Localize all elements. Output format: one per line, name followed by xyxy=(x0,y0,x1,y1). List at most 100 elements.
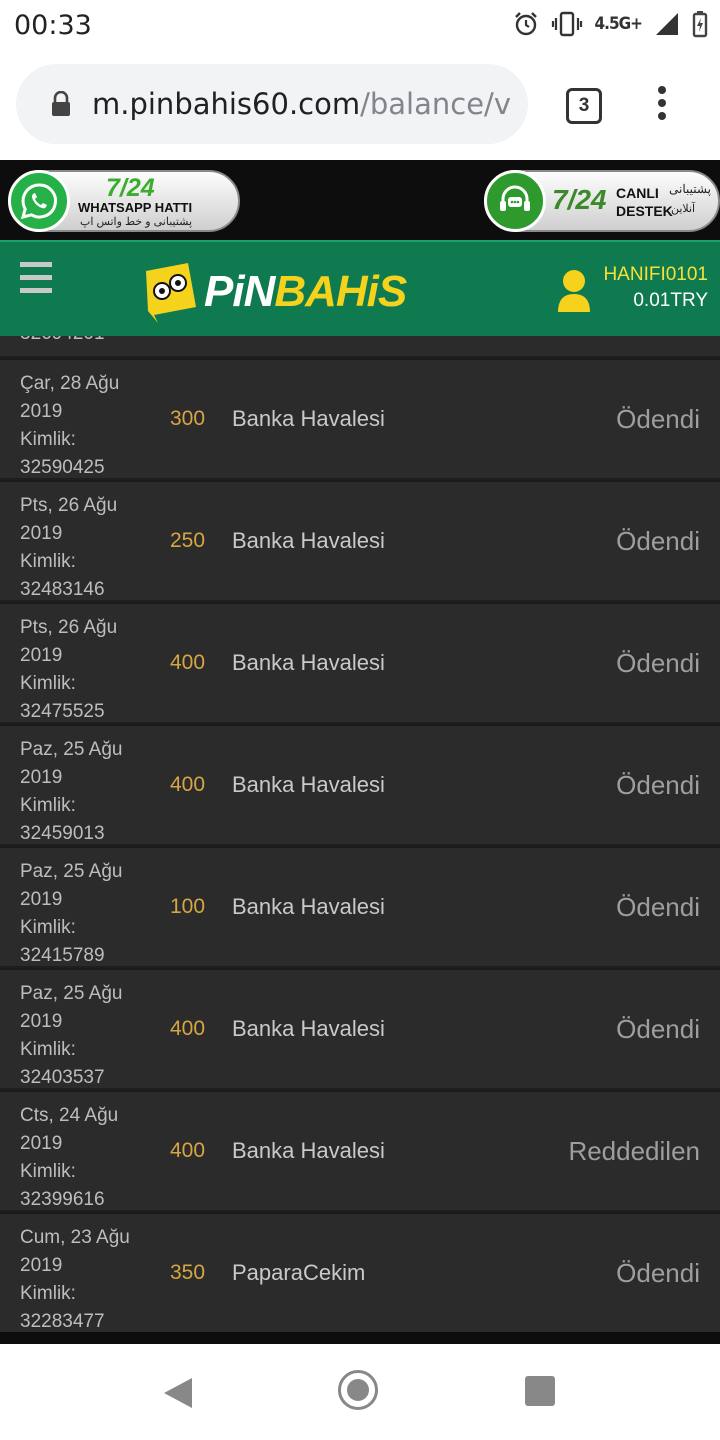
list-item: Pts, 26 Ağu 2019 Kimlik: 32483146 250 Banka… xyxy=(0,480,720,600)
transaction-date: Cum, 23 Ağu xyxy=(20,1227,130,1248)
browser-menu-icon[interactable] xyxy=(652,86,672,126)
username-label[interactable]: HANIFI0101 xyxy=(603,264,708,286)
support-destek-label: DESTEK xyxy=(616,203,673,219)
transaction-id: 32694201 xyxy=(20,336,150,348)
transaction-id: 32483146 xyxy=(20,579,105,600)
support-hours: 7/24 xyxy=(552,184,607,215)
support-arabic-line2: آنلاین xyxy=(671,203,696,215)
status-bar: 00:33 4.5G+ xyxy=(0,0,720,50)
url-text: m.pinbahis60.com/balance/v xyxy=(92,87,511,121)
browser-toolbar: m.pinbahis60.com/balance/v 3 xyxy=(0,50,720,160)
transaction-date: Paz, 25 Ağu xyxy=(20,739,123,760)
alarm-icon xyxy=(514,12,537,36)
list-item: Paz, 25 Ağu 2019 Kimlik: 32459013 400 Banka… xyxy=(0,724,720,844)
transaction-date: Paz, 25 Ağu xyxy=(20,861,123,882)
transaction-amount: 250 xyxy=(170,529,206,552)
transaction-method: Banka Havalesi xyxy=(232,406,385,431)
transaction-date: Pts, 26 Ağu xyxy=(20,617,118,638)
transaction-year: 2019 xyxy=(20,889,63,910)
transaction-method: PaparaCekim xyxy=(232,1260,366,1285)
transaction-id: 32403537 xyxy=(20,1067,105,1088)
list-item: Cts, 24 Ağu 2019 Kimlik: 32399616 400 Banka… xyxy=(0,1090,720,1210)
transaction-id-label: Kimlik: xyxy=(20,795,76,816)
home-icon[interactable] xyxy=(338,1370,378,1410)
live-support-button[interactable]: 7/24 CANLI DESTEK پشتیبانی آنلاین xyxy=(484,170,720,232)
transaction-id: 32475525 xyxy=(20,701,105,722)
transaction-id-label: Kimlik: xyxy=(20,1161,76,1182)
transaction-id: 32283477 xyxy=(20,1311,105,1332)
back-icon[interactable] xyxy=(162,1376,194,1410)
promo-banner: 7/24 WHATSAPP HATTI پشتیبانی و خط واتس ا… xyxy=(0,160,720,240)
transaction-id: 32590425 xyxy=(20,457,105,478)
transaction-id-label: Kimlik: xyxy=(20,917,76,938)
logo-ball-icon xyxy=(146,263,196,323)
address-bar[interactable]: m.pinbahis60.com/balance/v xyxy=(16,64,528,144)
lock-icon xyxy=(50,90,72,117)
transaction-year: 2019 xyxy=(20,1255,63,1276)
whatsapp-subtitle: پشتیبانی و خط واتس اپ xyxy=(80,216,193,228)
whatsapp-support-button[interactable]: 7/24 WHATSAPP HATTI پشتیبانی و خط واتس ا… xyxy=(8,170,240,232)
logo-pin-text: PiN xyxy=(204,267,275,316)
transaction-method: Banka Havalesi xyxy=(232,1138,385,1163)
list-item: 32694201 xyxy=(0,336,720,356)
transaction-list: 32694201 Çar, 28 Ağu 2019 Kimlik: 32590425 … xyxy=(0,336,720,1332)
signal-icon xyxy=(656,13,678,35)
transaction-date: Paz, 25 Ağu xyxy=(20,983,123,1004)
transaction-status: Ödendi xyxy=(616,1014,700,1044)
whatsapp-title: WHATSAPP HATTI xyxy=(78,200,193,215)
site-header: PiNBAHiS HANIFI0101 0.01TRY xyxy=(0,240,720,336)
transaction-amount: 400 xyxy=(170,651,206,674)
transaction-status: Ödendi xyxy=(616,892,700,922)
transaction-id-label: Kimlik: xyxy=(20,551,76,572)
transaction-status: Reddedilen xyxy=(568,1136,700,1166)
transaction-year: 2019 xyxy=(20,767,63,788)
transaction-id-label: Kimlik: xyxy=(20,1039,76,1060)
transaction-year: 2019 xyxy=(20,645,63,666)
battery-icon xyxy=(692,11,708,38)
transaction-id-label: Kimlik: xyxy=(20,673,76,694)
support-arabic-line1: پشتیبانی xyxy=(669,182,711,196)
transaction-id: 32399616 xyxy=(20,1189,105,1210)
transaction-status: Ödendi xyxy=(616,770,700,800)
transaction-id: 32415789 xyxy=(20,945,105,966)
status-time: 00:33 xyxy=(14,10,92,41)
transaction-status: Ödendi xyxy=(616,404,700,434)
url-path: /balance/v xyxy=(360,87,511,121)
transaction-date: Çar, 28 Ağu xyxy=(20,373,120,394)
url-host: m.pinbahis60.com xyxy=(92,87,361,121)
transaction-method: Banka Havalesi xyxy=(232,650,385,675)
transaction-year: 2019 xyxy=(20,401,63,422)
transaction-amount: 300 xyxy=(170,407,206,430)
list-item: Paz, 25 Ağu 2019 Kimlik: 32415789 100 Banka… xyxy=(0,846,720,966)
support-canli-label: CANLI xyxy=(616,185,659,201)
list-item: Pts, 26 Ağu 2019 Kimlik: 32475525 400 Banka… xyxy=(0,602,720,722)
transaction-date: Cts, 24 Ağu xyxy=(20,1105,119,1126)
transaction-year: 2019 xyxy=(20,1011,63,1032)
logo-bahis-text: BAHiS xyxy=(274,267,407,316)
pinbahis-logo[interactable]: PiNBAHiS xyxy=(140,260,407,324)
hamburger-menu-icon[interactable] xyxy=(20,262,52,296)
transaction-status: Ödendi xyxy=(616,1258,700,1288)
transaction-amount: 400 xyxy=(170,773,206,796)
transaction-method: Banka Havalesi xyxy=(232,1016,385,1041)
tab-switcher-button[interactable]: 3 xyxy=(566,88,602,124)
vibrate-icon xyxy=(551,11,582,37)
whatsapp-hours: 7/24 xyxy=(106,174,155,202)
transaction-amount: 350 xyxy=(170,1261,206,1284)
transaction-amount: 400 xyxy=(170,1017,206,1040)
transaction-method: Banka Havalesi xyxy=(232,772,385,797)
status-icons: 4.5G+ xyxy=(513,10,708,38)
list-item: Çar, 28 Ağu 2019 Kimlik: 32590425 300 Banka… xyxy=(0,358,720,478)
transaction-id-label: Kimlik: xyxy=(20,1283,76,1304)
transaction-method: Banka Havalesi xyxy=(232,894,385,919)
transaction-amount: 100 xyxy=(170,895,206,918)
whatsapp-icon xyxy=(8,170,70,232)
recent-apps-icon[interactable] xyxy=(525,1376,555,1406)
transaction-id: 32459013 xyxy=(20,823,105,844)
user-icon[interactable] xyxy=(556,268,592,312)
transaction-date: Pts, 26 Ağu xyxy=(20,495,118,516)
balance-label: 0.01TRY xyxy=(633,290,708,311)
list-item: Cum, 23 Ağu 2019 Kimlik: 32283477 350 Papar… xyxy=(0,1212,720,1332)
android-nav-bar xyxy=(0,1344,720,1440)
list-item: Paz, 25 Ağu 2019 Kimlik: 32403537 400 Banka… xyxy=(0,968,720,1088)
